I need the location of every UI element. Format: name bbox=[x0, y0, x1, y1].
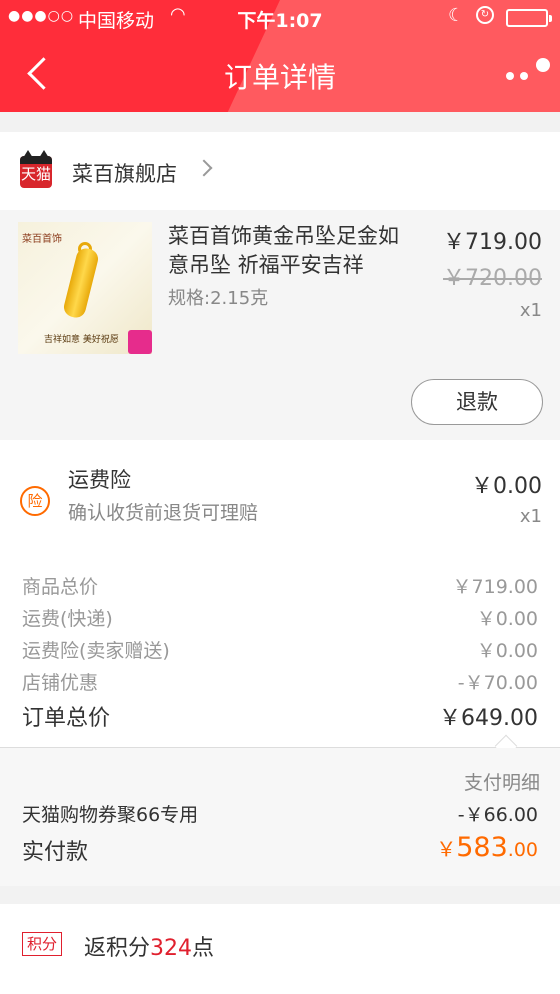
payment-details: 支付明细 天猫购物券聚66专用 -￥66.00 实付款 ￥583.00 bbox=[0, 748, 560, 886]
summary-label: 运费险(卖家赠送) bbox=[22, 640, 170, 662]
summary-label: 商品总价 bbox=[22, 576, 99, 598]
actual-paid-amount: ￥583.00 bbox=[436, 832, 538, 863]
refund-button[interactable]: 退款 bbox=[411, 379, 543, 425]
summary-row: 运费(快递) ￥0.00 bbox=[22, 604, 538, 634]
product-price: ￥719.00 bbox=[443, 230, 542, 255]
shipping-insurance-row: 险 运费险 确认收货前退货可理赔 ￥0.00 x1 bbox=[0, 440, 560, 550]
insurance-icon: 险 bbox=[20, 486, 50, 516]
more-dot-icon bbox=[520, 72, 528, 80]
price-summary: 商品总价 ￥719.00 运费(快递) ￥0.00 运费险(卖家赠送) ￥0.0… bbox=[0, 550, 560, 758]
product-thumbnail[interactable]: 菜百首饰 吉祥如意 美好祝愿 bbox=[18, 222, 152, 354]
promo-badge-icon bbox=[128, 330, 152, 354]
more-dot-icon bbox=[506, 72, 514, 80]
summary-value: -￥70.00 bbox=[457, 672, 538, 694]
points-prefix: 返积分 bbox=[84, 936, 151, 961]
status-bar: ●●●○○ 中国移动 ◠ 下午1:07 ☾ ↻ bbox=[0, 0, 560, 36]
summary-row: 运费险(卖家赠送) ￥0.00 bbox=[22, 636, 538, 666]
insurance-title: 运费险 bbox=[68, 468, 131, 492]
tmall-logo-icon: 天猫 bbox=[20, 150, 52, 188]
summary-value: ￥719.00 bbox=[452, 576, 538, 598]
pendant-image bbox=[61, 246, 101, 320]
points-tag: 积分 bbox=[22, 932, 62, 956]
product-item[interactable]: 菜百首饰 吉祥如意 美好祝愿 菜百首饰黄金吊坠足金如意吊坠 祈福平安吉祥 规格:… bbox=[0, 210, 560, 440]
orientation-lock-icon: ↻ bbox=[476, 6, 494, 24]
points-suffix: 点 bbox=[192, 936, 215, 961]
chevron-right-icon bbox=[195, 159, 213, 177]
summary-value: ￥0.00 bbox=[476, 640, 538, 662]
order-total-row: 订单总价 ￥649.00 bbox=[22, 700, 538, 731]
product-original-price: ￥720.00 bbox=[443, 266, 542, 291]
battery-icon bbox=[506, 9, 552, 27]
currency-symbol: ￥ bbox=[436, 837, 457, 861]
thumbnail-brand: 菜百首饰 bbox=[22, 234, 62, 245]
summary-value: ￥0.00 bbox=[476, 608, 538, 630]
points-row: 积分 返积分324点 bbox=[0, 904, 560, 994]
amount-decimal: .00 bbox=[507, 839, 538, 861]
insurance-price: ￥0.00 bbox=[471, 474, 542, 499]
shop-row[interactable]: 天猫 菜百旗舰店 bbox=[0, 132, 560, 210]
insurance-quantity: x1 bbox=[519, 506, 542, 527]
summary-row: 商品总价 ￥719.00 bbox=[22, 572, 538, 602]
points-text: 返积分324点 bbox=[84, 930, 214, 962]
order-total-value: ￥649.00 bbox=[439, 706, 538, 731]
notification-dot-icon bbox=[536, 58, 550, 72]
payment-detail-link[interactable]: 支付明细 bbox=[464, 768, 540, 795]
order-total-label: 订单总价 bbox=[22, 706, 111, 731]
product-quantity: x1 bbox=[519, 300, 542, 321]
app-header: ●●●○○ 中国移动 ◠ 下午1:07 ☾ ↻ 订单详情 bbox=[0, 0, 560, 112]
shop-name: 菜百旗舰店 bbox=[72, 162, 177, 186]
page-title: 订单详情 bbox=[223, 61, 336, 94]
thumbnail-slogan: 吉祥如意 美好祝愿 bbox=[44, 335, 119, 345]
points-amount: 324 bbox=[150, 936, 193, 961]
amount-integer: 583 bbox=[456, 832, 508, 863]
summary-label: 店铺优惠 bbox=[22, 672, 99, 694]
more-menu-button[interactable] bbox=[500, 58, 554, 98]
product-title: 菜百首饰黄金吊坠足金如意吊坠 祈福平安吉祥 bbox=[168, 224, 399, 277]
actual-paid-label: 实付款 bbox=[22, 840, 89, 865]
insurance-description: 确认收货前退货可理赔 bbox=[68, 502, 259, 524]
product-spec: 规格:2.15克 bbox=[168, 288, 269, 309]
summary-label: 运费(快递) bbox=[22, 608, 113, 630]
coupon-value: -￥66.00 bbox=[457, 804, 538, 826]
coupon-label: 天猫购物券聚66专用 bbox=[22, 804, 199, 826]
moon-icon: ☾ bbox=[448, 5, 465, 26]
summary-row: 店铺优惠 -￥70.00 bbox=[22, 668, 538, 698]
